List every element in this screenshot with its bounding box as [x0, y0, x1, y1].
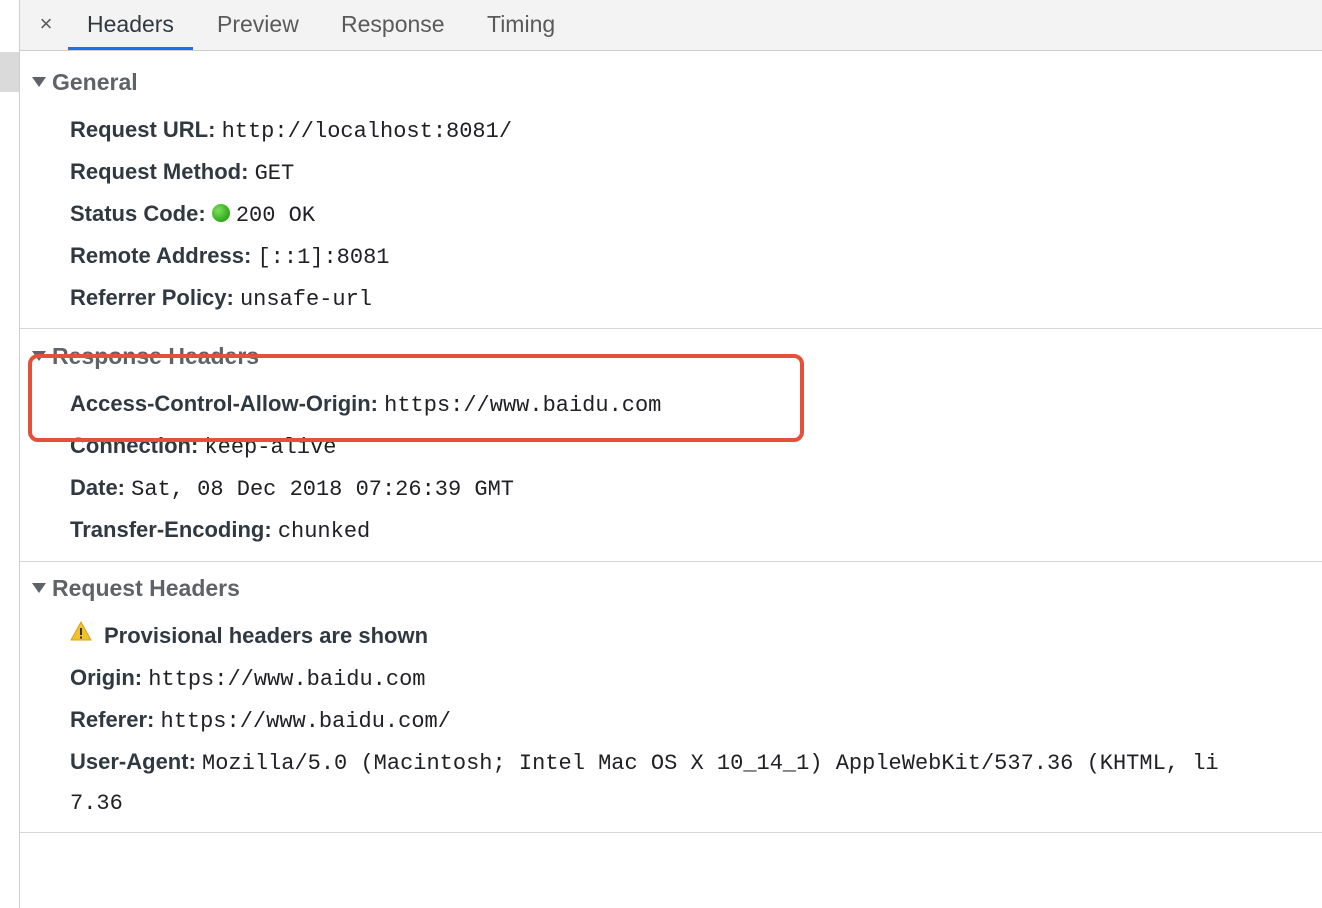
- tab-bar: × Headers Preview Response Timing: [20, 0, 1322, 51]
- header-value: Mozilla/5.0 (Macintosh; Intel Mac OS X 1…: [202, 751, 1219, 776]
- general-row-request-url: Request URL: http://localhost:8081/: [70, 115, 512, 145]
- request-row-user-agent-continuation: 7.36: [70, 787, 123, 817]
- section-divider: [20, 328, 1322, 329]
- header-value: Sat, 08 Dec 2018 07:26:39 GMT: [131, 477, 515, 502]
- header-value: chunked: [277, 519, 371, 544]
- section-general-title: General: [52, 69, 138, 95]
- header-value: unsafe-url: [239, 287, 373, 312]
- general-row-request-method: Request Method: GET: [70, 157, 294, 187]
- close-icon[interactable]: ×: [36, 10, 56, 38]
- response-row-transfer-encoding: Transfer-Encoding: chunked: [70, 515, 370, 545]
- warning-triangle-icon: [70, 619, 92, 649]
- header-key: Request Method:: [70, 159, 249, 184]
- selected-request-strip: [0, 52, 19, 92]
- response-row-date: Date: Sat, 08 Dec 2018 07:26:39 GMT: [70, 473, 514, 503]
- header-value: GET: [254, 161, 295, 186]
- triangle-down-icon: [32, 76, 46, 87]
- section-general-header[interactable]: General: [32, 67, 138, 97]
- header-key: Transfer-Encoding:: [70, 517, 272, 542]
- general-row-status-code: Status Code: 200 OK: [70, 199, 315, 229]
- section-divider: [20, 561, 1322, 562]
- tab-response[interactable]: Response: [322, 0, 464, 50]
- highlight-annotation-box: [28, 354, 804, 442]
- header-key: Status Code:: [70, 201, 206, 226]
- header-key: Origin:: [70, 665, 143, 690]
- tab-timing[interactable]: Timing: [468, 0, 574, 50]
- header-value-continuation: 7.36: [70, 791, 123, 816]
- triangle-down-icon: [32, 582, 46, 593]
- section-request-headers-header[interactable]: Request Headers: [32, 573, 240, 603]
- header-value: 200 OK: [235, 203, 316, 228]
- header-key: Date:: [70, 475, 126, 500]
- header-value: [::1]:8081: [257, 245, 390, 270]
- header-value: https://www.baidu.com: [148, 667, 426, 692]
- request-row-origin: Origin: https://www.baidu.com: [70, 663, 425, 693]
- tab-preview[interactable]: Preview: [198, 0, 318, 50]
- header-key: Request URL:: [70, 117, 216, 142]
- request-row-referer: Referer: https://www.baidu.com/: [70, 705, 451, 735]
- green-dot-icon: [211, 204, 230, 223]
- header-key: Remote Address:: [70, 243, 252, 268]
- header-value: http://localhost:8081/: [221, 119, 513, 144]
- section-divider: [20, 832, 1322, 833]
- section-request-headers-title: Request Headers: [52, 575, 240, 601]
- header-value: https://www.baidu.com/: [160, 709, 451, 734]
- provisional-headers-warning: Provisional headers are shown: [70, 621, 428, 651]
- general-row-referrer-policy: Referrer Policy: unsafe-url: [70, 283, 372, 313]
- header-key: Referer:: [70, 707, 155, 732]
- general-row-remote-address: Remote Address: [::1]:8081: [70, 241, 390, 271]
- left-gutter: [0, 0, 20, 908]
- request-row-user-agent: User-Agent: Mozilla/5.0 (Macintosh; Inte…: [70, 747, 1322, 777]
- tab-headers[interactable]: Headers: [68, 0, 193, 50]
- header-key: Referrer Policy:: [70, 285, 234, 310]
- header-key: User-Agent:: [70, 749, 196, 774]
- warning-text: Provisional headers are shown: [104, 623, 429, 648]
